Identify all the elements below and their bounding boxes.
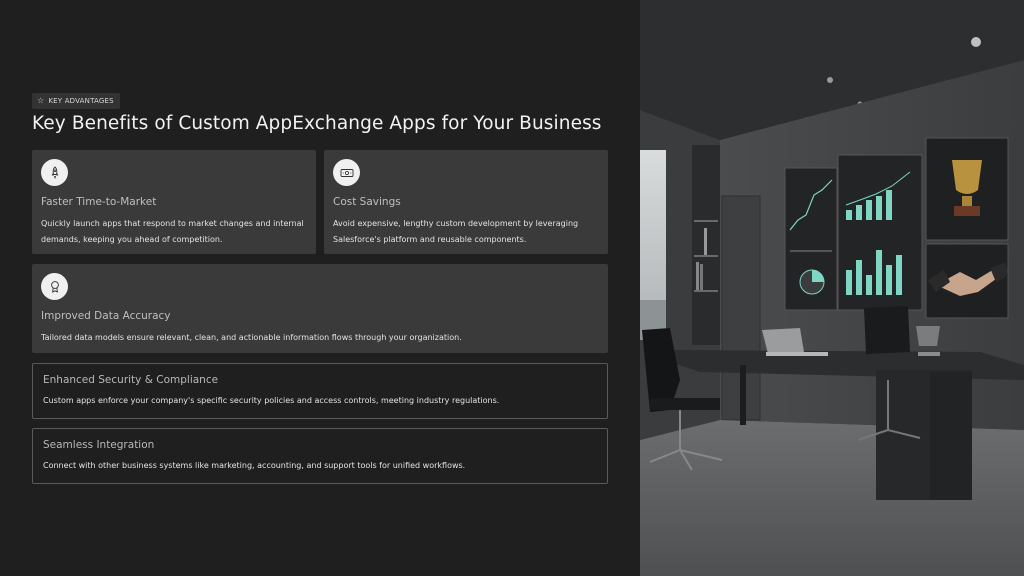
benefit-title: Cost Savings [333,196,401,208]
benefit-title: Enhanced Security & Compliance [43,374,219,386]
award-icon [41,273,68,300]
benefit-title: Improved Data Accuracy [41,310,171,322]
section-badge: ☆ KEY ADVANTAGES [32,93,120,109]
benefit-description: Quickly launch apps that respond to mark… [41,219,304,244]
benefit-card-seamless-integration: Seamless Integration Connect with other … [32,428,608,484]
benefit-title: Seamless Integration [43,439,155,451]
page-title: Key Benefits of Custom AppExchange Apps … [32,113,602,134]
banknote-icon [333,159,360,186]
benefit-description: Custom apps enforce your company's speci… [43,396,500,405]
benefit-description: Avoid expensive, lengthy custom developm… [333,219,579,244]
benefit-card-faster-time-to-market: Faster Time-to-Market Quickly launch app… [32,150,316,254]
office-illustration [640,0,1024,576]
benefit-card-cost-savings: Cost Savings Avoid expensive, lengthy cu… [324,150,608,254]
star-outline-icon: ☆ [37,96,45,105]
benefit-card-improved-data-accuracy: Improved Data Accuracy Tailored data mod… [32,264,608,353]
section-badge-label: KEY ADVANTAGES [48,97,114,105]
benefit-description: Tailored data models ensure relevant, cl… [41,333,462,342]
benefit-card-enhanced-security: Enhanced Security & Compliance Custom ap… [32,363,608,419]
benefit-title: Faster Time-to-Market [41,196,157,208]
office-photo [640,0,1024,576]
benefit-description: Connect with other business systems like… [43,461,466,470]
rocket-icon [41,159,68,186]
content-panel: ☆ KEY ADVANTAGES Key Benefits of Custom … [0,0,640,576]
